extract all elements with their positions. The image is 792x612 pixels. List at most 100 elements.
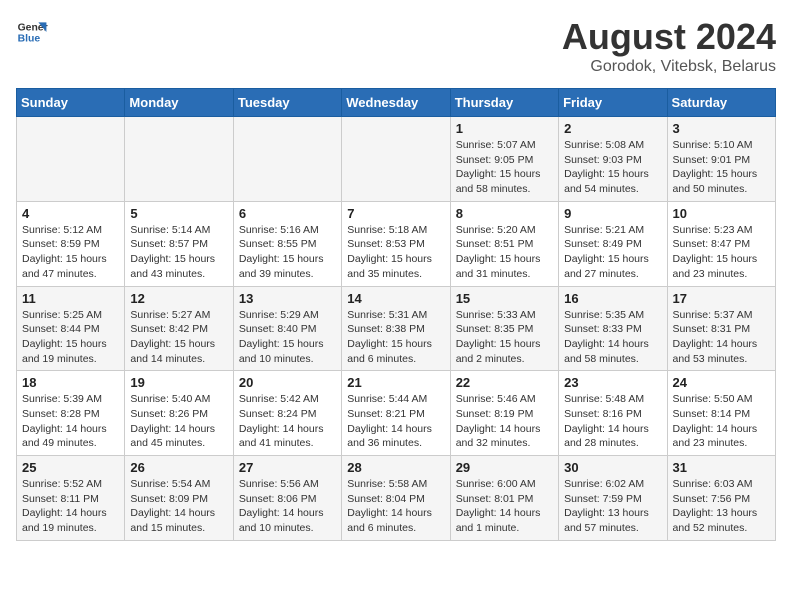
day-header-saturday: Saturday	[667, 89, 775, 117]
day-number: 9	[564, 206, 661, 221]
calendar-cell: 20 Sunrise: 5:42 AM Sunset: 8:24 PM Dayli…	[233, 371, 341, 456]
day-number: 7	[347, 206, 444, 221]
calendar-cell: 23Sunrise: 5:48 AM Sunset: 8:16 PM Dayli…	[559, 371, 667, 456]
logo: General Blue	[16, 16, 48, 48]
day-info: Sunrise: 5:52 AM Sunset: 8:11 PM Dayligh…	[22, 477, 119, 536]
calendar-cell: 24Sunrise: 5:50 AM Sunset: 8:14 PM Dayli…	[667, 371, 775, 456]
day-info: Sunrise: 5:46 AM Sunset: 8:19 PM Dayligh…	[456, 392, 553, 451]
day-info: Sunrise: 5:08 AM Sunset: 9:03 PM Dayligh…	[564, 138, 661, 197]
main-title: August 2024	[562, 16, 776, 58]
calendar-cell: 12 Sunrise: 5:27 AM Sunset: 8:42 PM Dayli…	[125, 286, 233, 371]
calendar-week-1: 1Sunrise: 5:07 AM Sunset: 9:05 PM Daylig…	[17, 117, 776, 202]
calendar-cell: 27 Sunrise: 5:56 AM Sunset: 8:06 PM Dayli…	[233, 456, 341, 541]
day-number: 19	[130, 375, 227, 390]
day-header-thursday: Thursday	[450, 89, 558, 117]
day-number: 12	[130, 291, 227, 306]
calendar-cell	[233, 117, 341, 202]
day-header-tuesday: Tuesday	[233, 89, 341, 117]
day-info: Sunrise: 5:35 AM Sunset: 8:33 PM Dayligh…	[564, 308, 661, 367]
calendar-cell: 16 Sunrise: 5:35 AM Sunset: 8:33 PM Dayli…	[559, 286, 667, 371]
calendar-cell: 8 Sunrise: 5:20 AM Sunset: 8:51 PM Daylig…	[450, 201, 558, 286]
calendar-cell: 7 Sunrise: 5:18 AM Sunset: 8:53 PM Daylig…	[342, 201, 450, 286]
day-number: 29	[456, 460, 553, 475]
calendar-cell: 17 Sunrise: 5:37 AM Sunset: 8:31 PM Dayli…	[667, 286, 775, 371]
calendar-cell: 19 Sunrise: 5:40 AM Sunset: 8:26 PM Dayli…	[125, 371, 233, 456]
day-info: Sunrise: 5:39 AM Sunset: 8:28 PM Dayligh…	[22, 392, 119, 451]
day-info: Sunrise: 5:14 AM Sunset: 8:57 PM Dayligh…	[130, 223, 227, 282]
calendar-cell: 2 Sunrise: 5:08 AM Sunset: 9:03 PM Daylig…	[559, 117, 667, 202]
calendar-cell: 3 Sunrise: 5:10 AM Sunset: 9:01 PM Daylig…	[667, 117, 775, 202]
day-info: Sunrise: 5:37 AM Sunset: 8:31 PM Dayligh…	[673, 308, 770, 367]
day-info: Sunrise: 5:33 AM Sunset: 8:35 PM Dayligh…	[456, 308, 553, 367]
day-info: Sunrise: 5:42 AM Sunset: 8:24 PM Dayligh…	[239, 392, 336, 451]
calendar-cell	[342, 117, 450, 202]
calendar-cell: 30 Sunrise: 6:02 AM Sunset: 7:59 PM Dayli…	[559, 456, 667, 541]
day-info: Sunrise: 5:58 AM Sunset: 8:04 PM Dayligh…	[347, 477, 444, 536]
day-number: 26	[130, 460, 227, 475]
day-number: 3	[673, 121, 770, 136]
day-number: 20	[239, 375, 336, 390]
day-info: Sunrise: 6:02 AM Sunset: 7:59 PM Dayligh…	[564, 477, 661, 536]
day-info: Sunrise: 5:29 AM Sunset: 8:40 PM Dayligh…	[239, 308, 336, 367]
day-number: 18	[22, 375, 119, 390]
day-number: 27	[239, 460, 336, 475]
calendar-cell: 14 Sunrise: 5:31 AM Sunset: 8:38 PM Dayli…	[342, 286, 450, 371]
day-number: 17	[673, 291, 770, 306]
calendar-cell: 5 Sunrise: 5:14 AM Sunset: 8:57 PM Daylig…	[125, 201, 233, 286]
calendar-cell: 29 Sunrise: 6:00 AM Sunset: 8:01 PM Dayli…	[450, 456, 558, 541]
calendar-table: SundayMondayTuesdayWednesdayThursdayFrid…	[16, 88, 776, 541]
calendar-cell	[17, 117, 125, 202]
calendar-cell: 15 Sunrise: 5:33 AM Sunset: 8:35 PM Dayli…	[450, 286, 558, 371]
day-number: 16	[564, 291, 661, 306]
day-info: Sunrise: 5:21 AM Sunset: 8:49 PM Dayligh…	[564, 223, 661, 282]
day-info: Sunrise: 5:12 AM Sunset: 8:59 PM Dayligh…	[22, 223, 119, 282]
logo-icon: General Blue	[16, 16, 48, 48]
day-number: 30	[564, 460, 661, 475]
day-header-monday: Monday	[125, 89, 233, 117]
calendar-cell: 25 Sunrise: 5:52 AM Sunset: 8:11 PM Dayli…	[17, 456, 125, 541]
day-info: Sunrise: 5:07 AM Sunset: 9:05 PM Dayligh…	[456, 138, 553, 197]
day-info: Sunrise: 5:20 AM Sunset: 8:51 PM Dayligh…	[456, 223, 553, 282]
title-block: August 2024 Gorodok, Vitebsk, Belarus	[562, 16, 776, 76]
day-info: Sunrise: 5:44 AM Sunset: 8:21 PM Dayligh…	[347, 392, 444, 451]
calendar-cell: 31Sunrise: 6:03 AM Sunset: 7:56 PM Dayli…	[667, 456, 775, 541]
calendar-cell: 13 Sunrise: 5:29 AM Sunset: 8:40 PM Dayli…	[233, 286, 341, 371]
day-number: 6	[239, 206, 336, 221]
calendar-cell: 6 Sunrise: 5:16 AM Sunset: 8:55 PM Daylig…	[233, 201, 341, 286]
day-number: 2	[564, 121, 661, 136]
day-number: 11	[22, 291, 119, 306]
day-number: 8	[456, 206, 553, 221]
day-info: Sunrise: 5:31 AM Sunset: 8:38 PM Dayligh…	[347, 308, 444, 367]
calendar-cell: 28 Sunrise: 5:58 AM Sunset: 8:04 PM Dayli…	[342, 456, 450, 541]
calendar-cell: 21Sunrise: 5:44 AM Sunset: 8:21 PM Dayli…	[342, 371, 450, 456]
page-header: General Blue August 2024 Gorodok, Vitebs…	[16, 16, 776, 76]
svg-text:Blue: Blue	[18, 34, 41, 45]
day-info: Sunrise: 6:00 AM Sunset: 8:01 PM Dayligh…	[456, 477, 553, 536]
day-info: Sunrise: 5:56 AM Sunset: 8:06 PM Dayligh…	[239, 477, 336, 536]
day-number: 22	[456, 375, 553, 390]
day-number: 14	[347, 291, 444, 306]
calendar-cell: 26 Sunrise: 5:54 AM Sunset: 8:09 PM Dayli…	[125, 456, 233, 541]
day-number: 25	[22, 460, 119, 475]
day-number: 23	[564, 375, 661, 390]
day-number: 15	[456, 291, 553, 306]
day-number: 28	[347, 460, 444, 475]
day-info: Sunrise: 5:18 AM Sunset: 8:53 PM Dayligh…	[347, 223, 444, 282]
day-info: Sunrise: 6:03 AM Sunset: 7:56 PM Dayligh…	[673, 477, 770, 536]
calendar-cell: 4Sunrise: 5:12 AM Sunset: 8:59 PM Daylig…	[17, 201, 125, 286]
day-number: 13	[239, 291, 336, 306]
day-info: Sunrise: 5:10 AM Sunset: 9:01 PM Dayligh…	[673, 138, 770, 197]
subtitle: Gorodok, Vitebsk, Belarus	[562, 58, 776, 76]
calendar-week-2: 4Sunrise: 5:12 AM Sunset: 8:59 PM Daylig…	[17, 201, 776, 286]
calendar-cell: 11 Sunrise: 5:25 AM Sunset: 8:44 PM Dayli…	[17, 286, 125, 371]
day-header-wednesday: Wednesday	[342, 89, 450, 117]
day-info: Sunrise: 5:25 AM Sunset: 8:44 PM Dayligh…	[22, 308, 119, 367]
day-number: 5	[130, 206, 227, 221]
day-info: Sunrise: 5:16 AM Sunset: 8:55 PM Dayligh…	[239, 223, 336, 282]
calendar-week-4: 18 Sunrise: 5:39 AM Sunset: 8:28 PM Dayli…	[17, 371, 776, 456]
day-info: Sunrise: 5:54 AM Sunset: 8:09 PM Dayligh…	[130, 477, 227, 536]
day-info: Sunrise: 5:40 AM Sunset: 8:26 PM Dayligh…	[130, 392, 227, 451]
day-info: Sunrise: 5:23 AM Sunset: 8:47 PM Dayligh…	[673, 223, 770, 282]
day-number: 10	[673, 206, 770, 221]
day-info: Sunrise: 5:27 AM Sunset: 8:42 PM Dayligh…	[130, 308, 227, 367]
